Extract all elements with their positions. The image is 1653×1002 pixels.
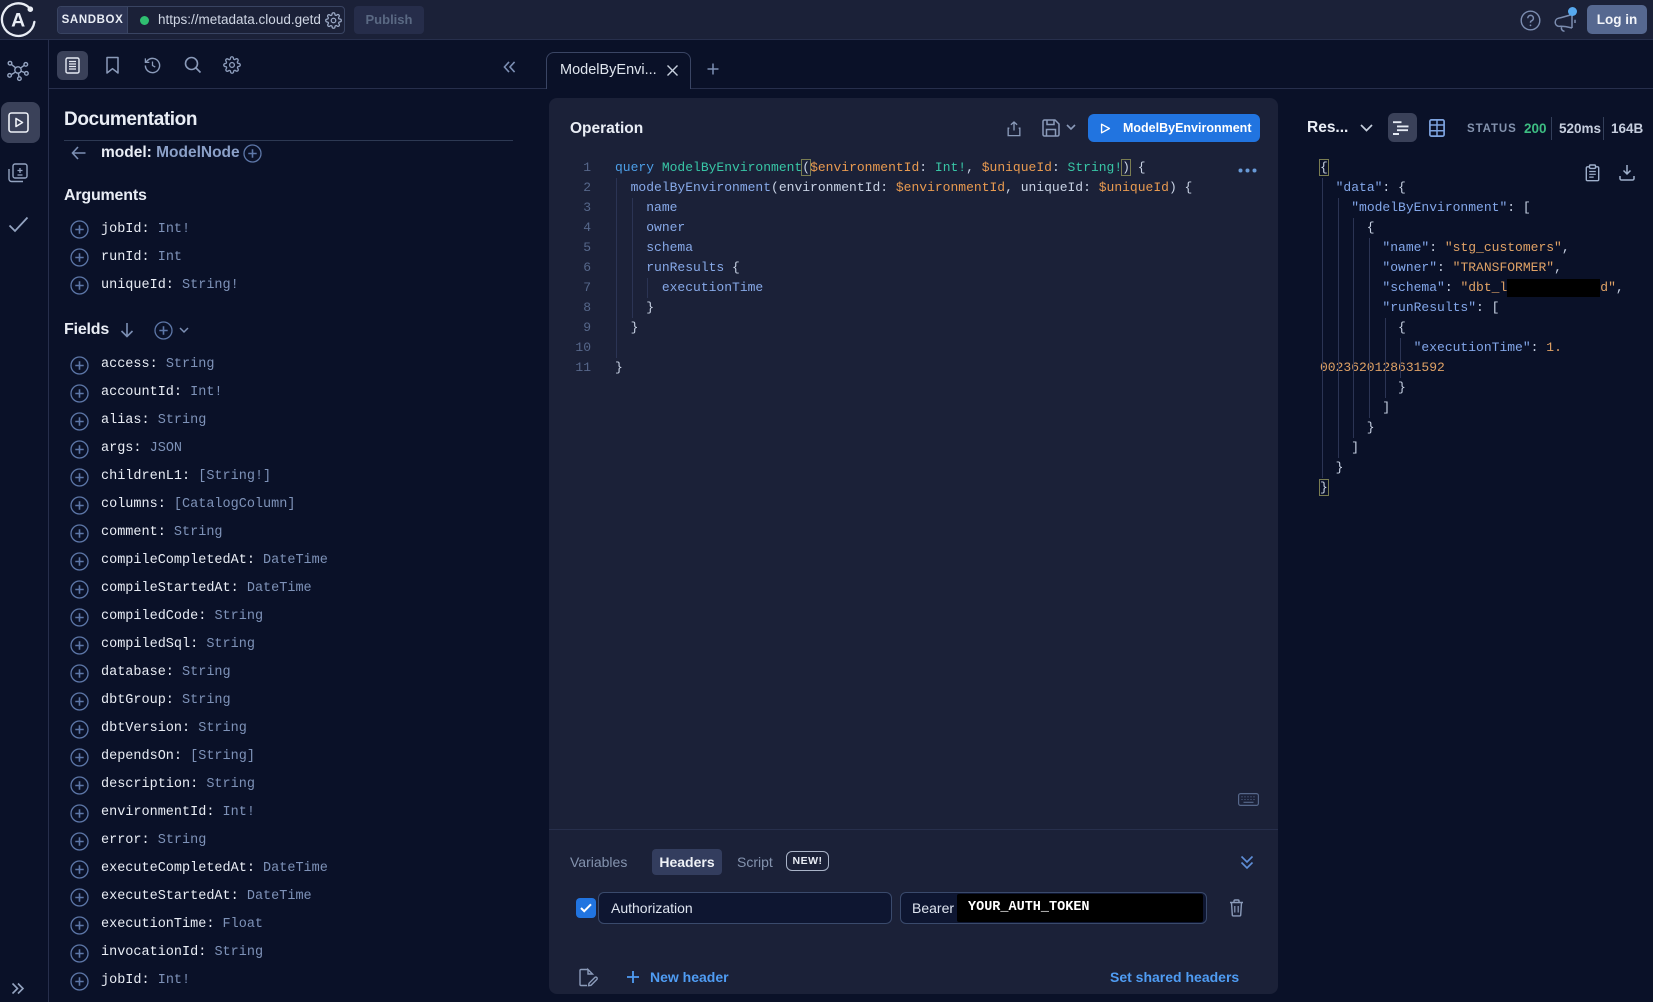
svg-text:A: A [11,9,25,31]
